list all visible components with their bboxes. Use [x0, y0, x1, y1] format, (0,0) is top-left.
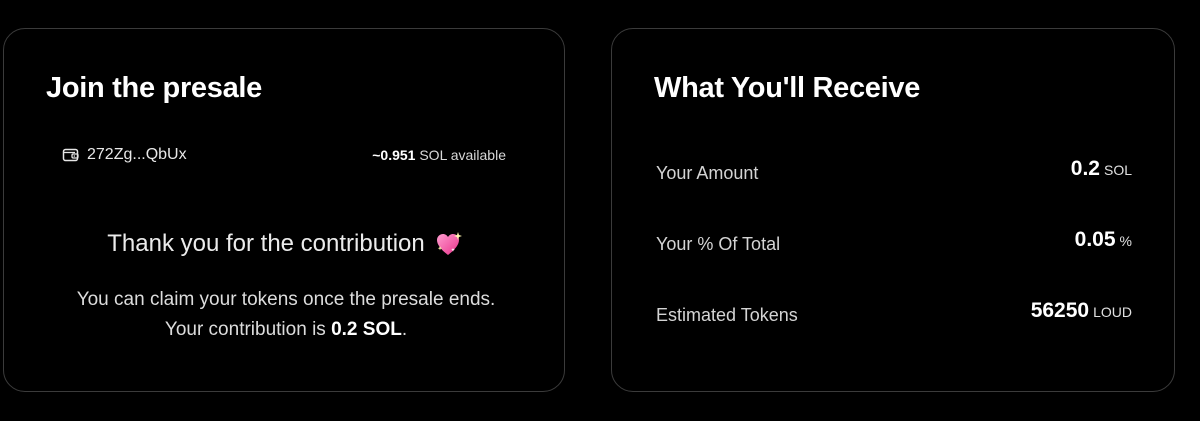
balance-suffix: SOL available — [419, 147, 506, 163]
claim-end: . — [401, 319, 408, 340]
row-label: Your % Of Total — [656, 234, 781, 254]
receive-card: What You'll Receive Your Amount 0.2 SOL Y… — [611, 28, 1175, 392]
wallet-icon — [62, 146, 80, 164]
balance-value: ~0.951 — [372, 147, 416, 163]
receive-title: What You'll Receive — [654, 72, 921, 104]
contribution-amount: 0.2 SOL — [331, 319, 402, 340]
sparkling-heart-icon — [435, 231, 463, 257]
join-presale-card: Join the presale 272Zg...QbUx ~0.951 SOL… — [3, 28, 565, 392]
claim-text: You can claim your tokens once the presa… — [76, 289, 496, 340]
receive-rows: Your Amount 0.2 SOL Your % Of Total 0.05%… — [656, 157, 1132, 370]
row-estimated-tokens: Estimated Tokens 56250 LOUD — [656, 299, 1132, 370]
wallet-row: 272Zg...QbUx ~0.951 SOL available — [62, 146, 508, 164]
wallet-address: 272Zg...QbUx — [87, 146, 187, 163]
value-number: 56250 — [1030, 299, 1090, 322]
wallet-info[interactable]: 272Zg...QbUx — [62, 146, 187, 164]
sol-balance: ~0.951 SOL available — [372, 147, 506, 163]
row-label: Your Amount — [656, 163, 759, 183]
presale-page: Join the presale 272Zg...QbUx ~0.951 SOL… — [0, 0, 1200, 421]
value-unit: LOUD — [1093, 304, 1132, 320]
value-unit: SOL — [1103, 162, 1132, 178]
thank-you-message: Thank you for the contribution — [4, 230, 566, 258]
row-percent-of-total: Your % Of Total 0.05% — [656, 228, 1132, 299]
value-number: 0.2 — [1070, 157, 1100, 180]
row-your-amount: Your Amount 0.2 SOL — [656, 157, 1132, 228]
thank-you-text: Thank you for the contribution — [107, 230, 425, 257]
value-unit: % — [1119, 233, 1132, 249]
row-value: 56250 LOUD — [1031, 299, 1132, 323]
row-value: 0.2 SOL — [1071, 157, 1132, 181]
claim-message: You can claim your tokens once the presa… — [64, 285, 508, 345]
row-value: 0.05% — [1075, 228, 1132, 252]
value-number: 0.05 — [1074, 228, 1116, 251]
join-presale-title: Join the presale — [46, 72, 262, 104]
row-label: Estimated Tokens — [656, 305, 798, 325]
